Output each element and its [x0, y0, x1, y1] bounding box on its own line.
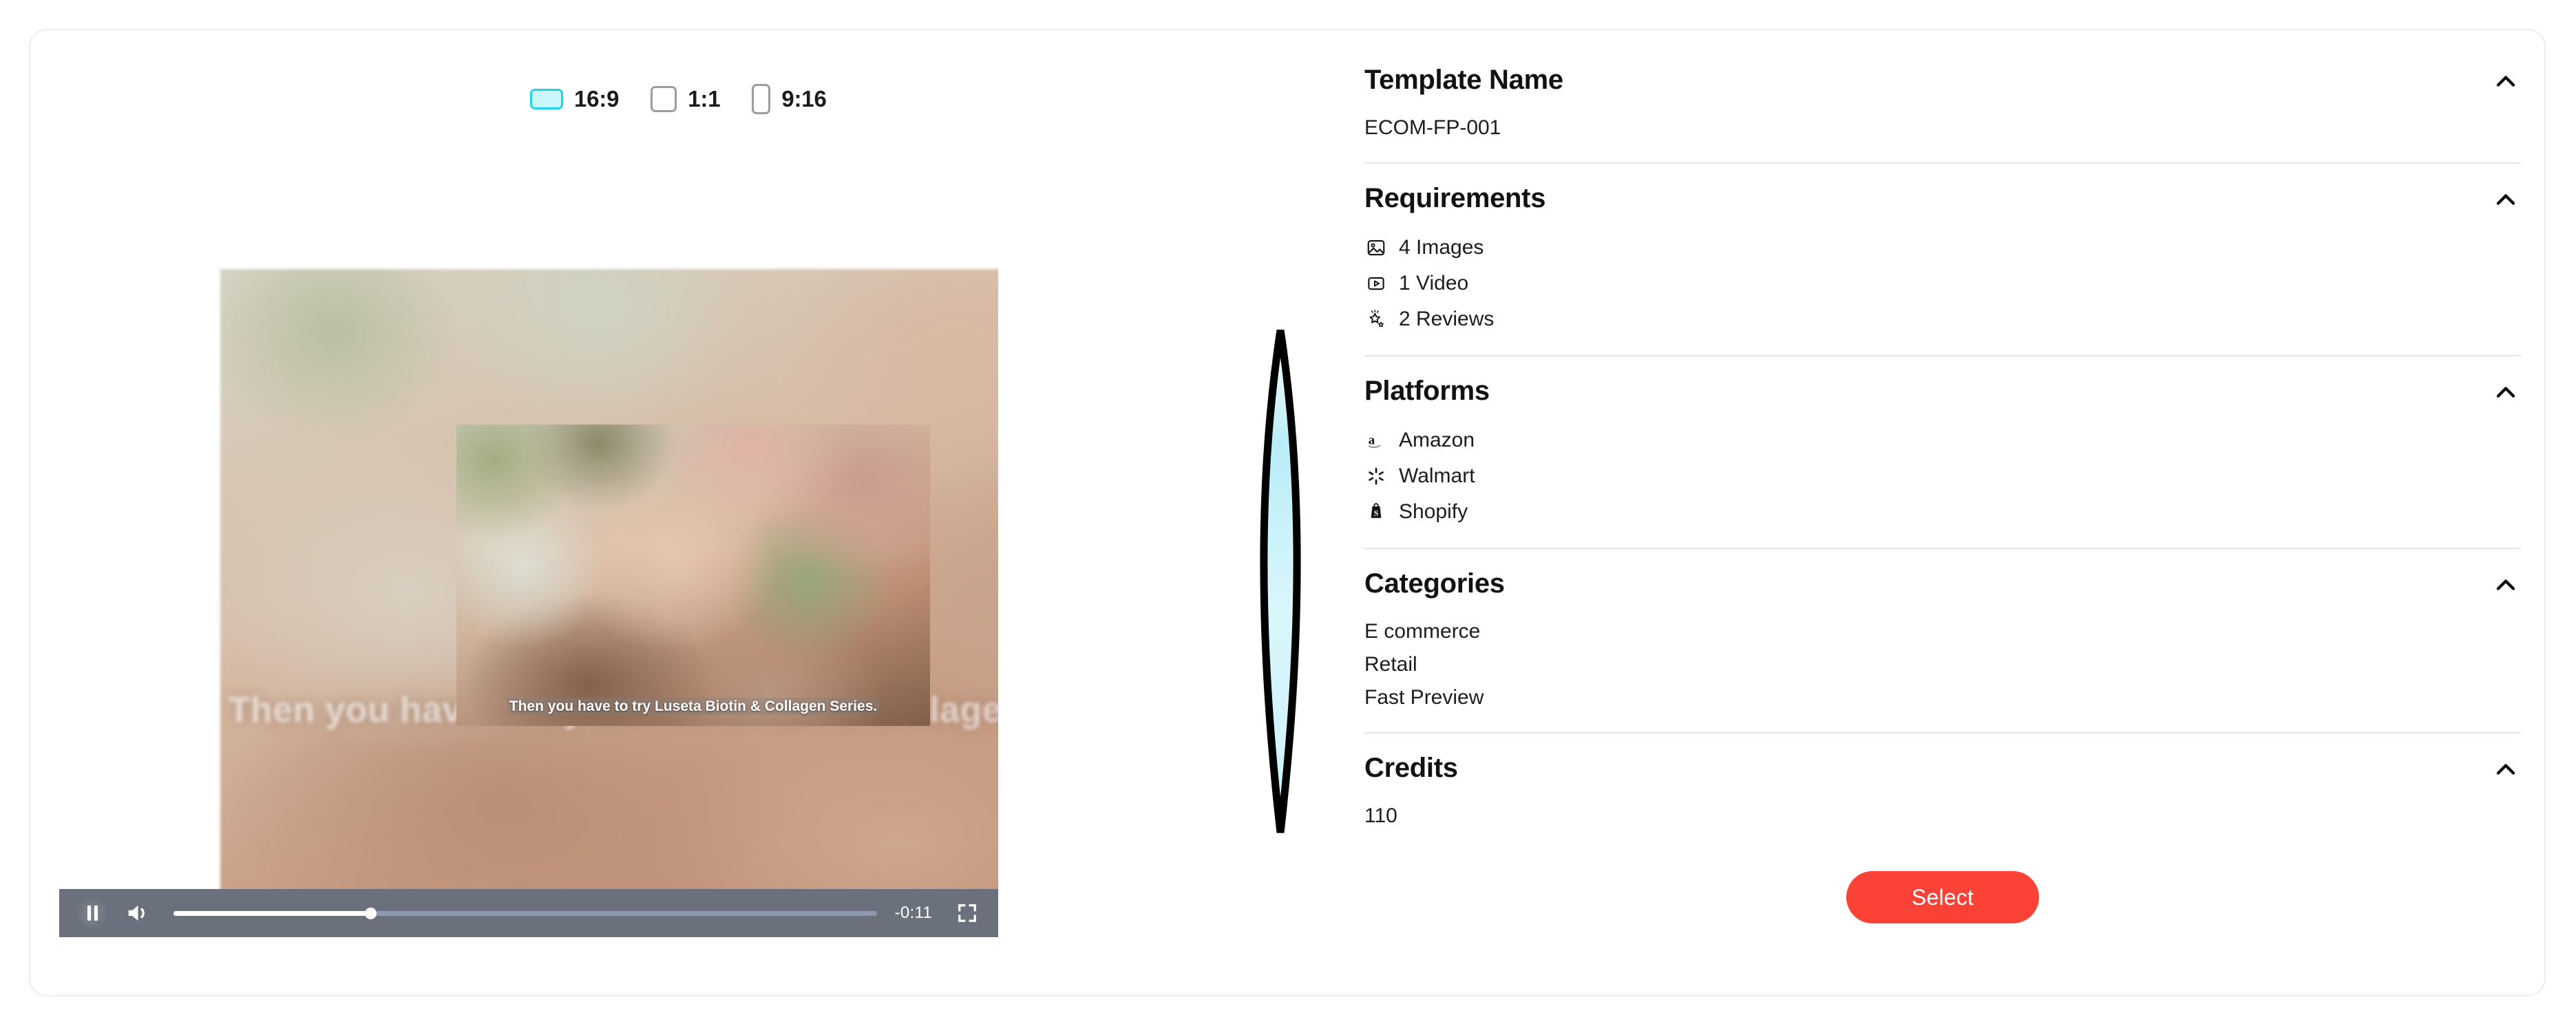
section-header-categories[interactable]: Categories: [1364, 567, 2521, 600]
platform-label-amazon: Amazon: [1399, 429, 1475, 451]
platform-label-walmart: Walmart: [1399, 464, 1475, 487]
video-inner-frame: Then you have to try Luseta Biotin & Col…: [456, 425, 930, 726]
seek-progress-fill: [173, 910, 371, 916]
category-item-fast-preview: Fast Preview: [1364, 686, 1484, 709]
requirement-label-reviews: 2 Reviews: [1399, 308, 1495, 330]
category-item-ecommerce: E commerce: [1364, 620, 1481, 643]
shopify-bag-icon: S: [1364, 500, 1388, 524]
category-item-retail: Retail: [1364, 653, 1417, 676]
fullscreen-icon: [958, 904, 976, 922]
requirement-label-images: 4 Images: [1399, 236, 1484, 259]
pause-button[interactable]: [74, 895, 110, 931]
chevron-up-icon[interactable]: [2491, 377, 2521, 407]
seek-bar[interactable]: [173, 899, 877, 927]
section-divider: [1364, 732, 2521, 733]
select-button-row: Select: [1364, 871, 2521, 923]
platform-label-shopify: Shopify: [1399, 500, 1468, 523]
section-header-platforms[interactable]: Platforms: [1364, 374, 2521, 407]
requirement-label-video: 1 Video: [1399, 272, 1469, 295]
section-divider: [1364, 355, 2521, 356]
aspect-ratio-label-1-1: 1:1: [688, 86, 721, 111]
select-button[interactable]: Select: [1846, 871, 2039, 923]
volume-icon: [128, 905, 145, 921]
requirement-item-video: 1 Video: [1364, 266, 2521, 301]
aspect-ratio-option-16-9[interactable]: 16:9: [530, 86, 619, 112]
preview-pane: 16:9 1:1 9:16 Then you have to try Luset…: [30, 30, 1338, 995]
section-body-template-name: ECOM-FP-001: [1364, 111, 2521, 144]
rect-16-9-icon: [530, 89, 563, 109]
rect-9-16-icon: [752, 84, 771, 114]
section-body-credits: 110: [1364, 800, 2521, 833]
video-caption-text: Then you have to try Luseta Biotin & Col…: [507, 697, 880, 715]
pause-icon: [74, 895, 110, 931]
section-divider: [1364, 162, 2521, 164]
section-body-requirements: 4 Images 1 Video 2 Reviews: [1364, 230, 2521, 337]
section-body-categories: E commerce Retail Fast Preview: [1364, 615, 2521, 714]
chevron-up-icon[interactable]: [2491, 184, 2521, 215]
svg-text:S: S: [1374, 508, 1379, 517]
volume-button[interactable]: [110, 899, 151, 927]
aspect-ratio-selector: 16:9 1:1 9:16: [530, 84, 827, 114]
video-controls-bar: -0:11: [59, 889, 998, 937]
time-remaining-label: -0:11: [894, 903, 932, 922]
amazon-icon: a: [1364, 429, 1388, 452]
video-icon: [1364, 272, 1388, 295]
section-divider: [1364, 548, 2521, 549]
section-title-requirements: Requirements: [1364, 183, 1546, 213]
section-header-requirements[interactable]: Requirements: [1364, 182, 2521, 215]
platform-item-walmart: Walmart: [1364, 458, 2521, 494]
video-inner-shade: [456, 425, 930, 726]
aspect-ratio-option-9-16[interactable]: 9:16: [752, 84, 827, 114]
platform-item-shopify: S Shopify: [1364, 494, 2521, 530]
walmart-spark-icon: [1364, 464, 1388, 488]
fullscreen-button[interactable]: [957, 903, 978, 923]
aspect-ratio-label-9-16: 9:16: [781, 86, 827, 111]
chevron-up-icon[interactable]: [2491, 570, 2521, 600]
template-details-panel: Template Name ECOM-FP-001 Requirements 4…: [1338, 30, 2544, 995]
section-header-credits[interactable]: Credits: [1364, 751, 2521, 784]
template-name-value: ECOM-FP-001: [1364, 116, 1501, 139]
video-player[interactable]: Then you have to try Luseta Biotin & Col…: [59, 240, 998, 892]
chevron-up-icon[interactable]: [2491, 66, 2521, 96]
section-body-platforms: a Amazon Walmart S Shopify: [1364, 422, 2521, 530]
aspect-ratio-option-1-1[interactable]: 1:1: [651, 86, 721, 112]
seek-thumb[interactable]: [365, 907, 377, 919]
lens-decoration-icon: [1260, 330, 1301, 833]
credits-value: 110: [1364, 804, 1397, 827]
platform-item-amazon: a Amazon: [1364, 422, 2521, 458]
section-title-categories: Categories: [1364, 568, 1505, 599]
requirement-item-reviews: 2 Reviews: [1364, 301, 2521, 337]
section-title-credits: Credits: [1364, 753, 1458, 783]
template-preview-card: 16:9 1:1 9:16 Then you have to try Luset…: [29, 29, 2546, 996]
chevron-up-icon[interactable]: [2491, 754, 2521, 784]
section-title-template-name: Template Name: [1364, 65, 1563, 95]
sparkle-stars-icon: [1364, 308, 1388, 331]
section-header-template-name[interactable]: Template Name: [1364, 63, 2521, 96]
video-caption: Then you have to try Luseta Biotin & Col…: [466, 697, 920, 716]
section-title-platforms: Platforms: [1364, 376, 1490, 406]
requirement-item-images: 4 Images: [1364, 230, 2521, 266]
image-icon: [1364, 236, 1388, 259]
rect-1-1-icon: [651, 86, 677, 112]
aspect-ratio-label-16-9: 16:9: [574, 86, 620, 111]
